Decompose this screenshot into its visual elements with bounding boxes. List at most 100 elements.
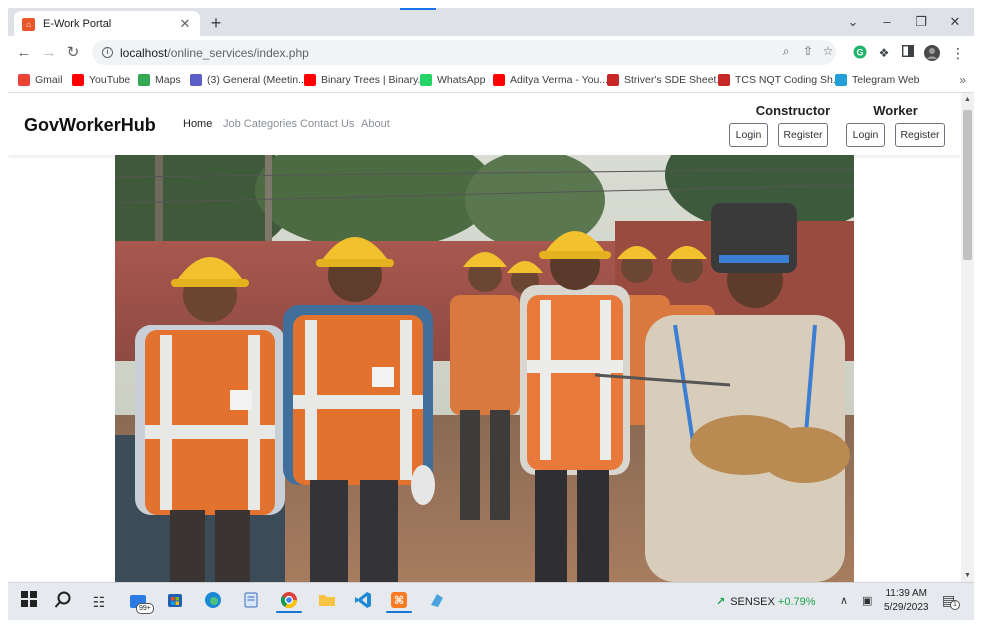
browser-tab[interactable]: ⌂ E-Work Portal ✕ — [14, 11, 200, 37]
close-window-button[interactable]: ✕ — [940, 14, 970, 30]
stock-ticker[interactable]: ↗ SENSEX +0.79% — [716, 595, 816, 608]
bookmark-label: (3) General (Meetin... — [207, 74, 307, 86]
stock-chart-icon: ↗ — [716, 596, 726, 608]
minimize-button[interactable]: – — [872, 14, 902, 29]
nav-contact-us[interactable]: Contact Us — [300, 118, 354, 130]
reload-button[interactable]: ↻ — [63, 43, 83, 63]
telegram-icon — [835, 74, 847, 86]
widgets-badge: 99+ — [136, 603, 154, 614]
clock-date: 5/29/2023 — [884, 602, 929, 613]
bookmarks-bar: Gmail YouTube Maps (3) General (Meetin..… — [8, 69, 974, 93]
restore-button[interactable]: ❐ — [906, 14, 936, 30]
zoom-icon[interactable]: ⌕ — [778, 44, 794, 59]
edge-icon[interactable] — [202, 591, 224, 613]
windows-start-icon[interactable] — [18, 591, 40, 613]
bookmark-binary-trees[interactable]: Binary Trees | Binary... — [304, 74, 426, 86]
active-indicator — [276, 611, 302, 613]
worker-heading: Worker — [873, 103, 918, 118]
bookmark-youtube[interactable]: YouTube — [72, 74, 130, 86]
bookmark-label: WhatsApp — [437, 74, 486, 86]
notepad-icon[interactable] — [240, 591, 262, 613]
extension-green-icon[interactable]: G — [852, 45, 868, 61]
tab-search-icon[interactable]: ⌄ — [838, 14, 868, 30]
url-text: localhost/online_services/index.php — [120, 46, 309, 60]
bookmark-striver[interactable]: Striver's SDE Sheet... — [607, 74, 725, 86]
vscode-icon[interactable] — [352, 591, 374, 613]
youtube-icon — [493, 74, 505, 86]
bookmark-star-icon[interactable]: ☆ — [820, 44, 836, 58]
gmail-icon — [18, 74, 30, 86]
svg-text:G: G — [856, 48, 863, 58]
favicon-icon: ⌂ — [22, 17, 35, 31]
notification-count: 1 — [950, 600, 960, 610]
nav-about[interactable]: About — [361, 118, 390, 130]
more-bookmarks-button[interactable]: » — [959, 73, 966, 87]
tab-title: E-Work Portal — [43, 18, 112, 30]
site-brand[interactable]: GovWorkerHub — [24, 115, 156, 136]
url-path: /online_services/index.php — [167, 45, 309, 60]
forward-button[interactable]: → — [39, 43, 59, 63]
youtube-icon — [72, 74, 84, 86]
maps-pin-icon — [138, 74, 150, 86]
address-bar[interactable]: i localhost/online_services/index.php ⌕ … — [92, 40, 836, 65]
app-blue-icon[interactable] — [426, 591, 448, 613]
youtube-icon — [304, 74, 316, 86]
page-scrollbar[interactable]: ▲ ▼ — [961, 93, 974, 582]
chrome-icon[interactable] — [276, 591, 302, 613]
widgets-icon[interactable]: 99+ — [128, 591, 154, 614]
constructor-heading: Constructor — [755, 103, 831, 118]
clock-time: 11:39 AM — [885, 588, 927, 599]
striver-icon — [607, 74, 619, 86]
tab-strip: ⌂ E-Work Portal ✕ + ⌄ – ❐ ✕ — [8, 8, 974, 37]
constructor-register-button[interactable]: Register — [778, 123, 828, 147]
task-view-icon[interactable]: ☷ — [88, 591, 110, 613]
bookmark-telegram[interactable]: Telegram Web — [835, 74, 920, 86]
share-icon[interactable]: ⇧ — [800, 44, 816, 58]
search-icon[interactable] — [52, 591, 74, 613]
scroll-down-icon[interactable]: ▼ — [964, 572, 971, 579]
extensions-puzzle-icon[interactable]: ❖ — [876, 45, 892, 61]
site-info-icon[interactable]: i — [102, 47, 113, 58]
hero-image — [115, 155, 854, 582]
teams-icon — [190, 74, 202, 86]
constructor-login-button[interactable]: Login — [729, 123, 768, 147]
bookmark-label: TCS NQT Coding Sh... — [735, 74, 842, 86]
scroll-up-icon[interactable]: ▲ — [964, 96, 971, 103]
profile-avatar-icon[interactable] — [924, 45, 940, 61]
bookmark-label: Gmail — [35, 74, 63, 86]
sensex-label: SENSEX — [730, 596, 775, 608]
microsoft-store-icon[interactable] — [164, 591, 186, 613]
nav-home[interactable]: Home — [183, 118, 212, 130]
new-tab-button[interactable]: + — [206, 13, 226, 33]
page-viewport: GovWorkerHub Home Job Categories Contact… — [8, 93, 974, 582]
active-indicator — [386, 611, 412, 613]
bookmark-tcs-nqt[interactable]: TCS NQT Coding Sh... — [718, 74, 842, 86]
side-panel-icon[interactable] — [900, 44, 916, 61]
loading-indicator — [400, 8, 436, 10]
worker-login-button[interactable]: Login — [846, 123, 885, 147]
nav-job-categories[interactable]: Job Categories — [223, 118, 297, 130]
sensex-change: +0.79% — [777, 596, 816, 608]
bookmark-label: Maps — [155, 74, 181, 86]
browser-window: ⌂ E-Work Portal ✕ + ⌄ – ❐ ✕ ← → ↻ i loca… — [8, 8, 974, 620]
bookmark-aditya-verma[interactable]: Aditya Verma - You... — [493, 74, 608, 86]
tray-app-icon[interactable]: ▣ — [862, 594, 872, 607]
bookmark-gmail[interactable]: Gmail — [18, 74, 62, 86]
system-clock[interactable]: 11:39 AM 5/29/2023 — [884, 587, 929, 615]
bookmark-maps[interactable]: Maps — [138, 74, 181, 86]
back-button[interactable]: ← — [14, 43, 34, 63]
menu-kebab-icon[interactable]: ⋮ — [950, 45, 966, 61]
close-tab-icon[interactable]: ✕ — [178, 16, 192, 32]
bookmark-whatsapp[interactable]: WhatsApp — [420, 74, 485, 86]
browser-toolbar: ← → ↻ i localhost/online_services/index.… — [8, 36, 974, 69]
url-host: localhost — [120, 45, 168, 60]
xampp-icon[interactable]: ⌘ — [386, 591, 412, 613]
notifications-icon[interactable]: ▤ 1 — [942, 592, 960, 610]
scrollbar-thumb[interactable] — [963, 110, 972, 260]
tray-chevron-up-icon[interactable]: ∧ — [840, 594, 848, 607]
bookmark-teams[interactable]: (3) General (Meetin... — [190, 74, 307, 86]
tcs-icon — [718, 74, 730, 86]
bookmark-label: Aditya Verma - You... — [510, 74, 609, 86]
file-explorer-icon[interactable] — [316, 591, 338, 613]
worker-register-button[interactable]: Register — [895, 123, 945, 147]
